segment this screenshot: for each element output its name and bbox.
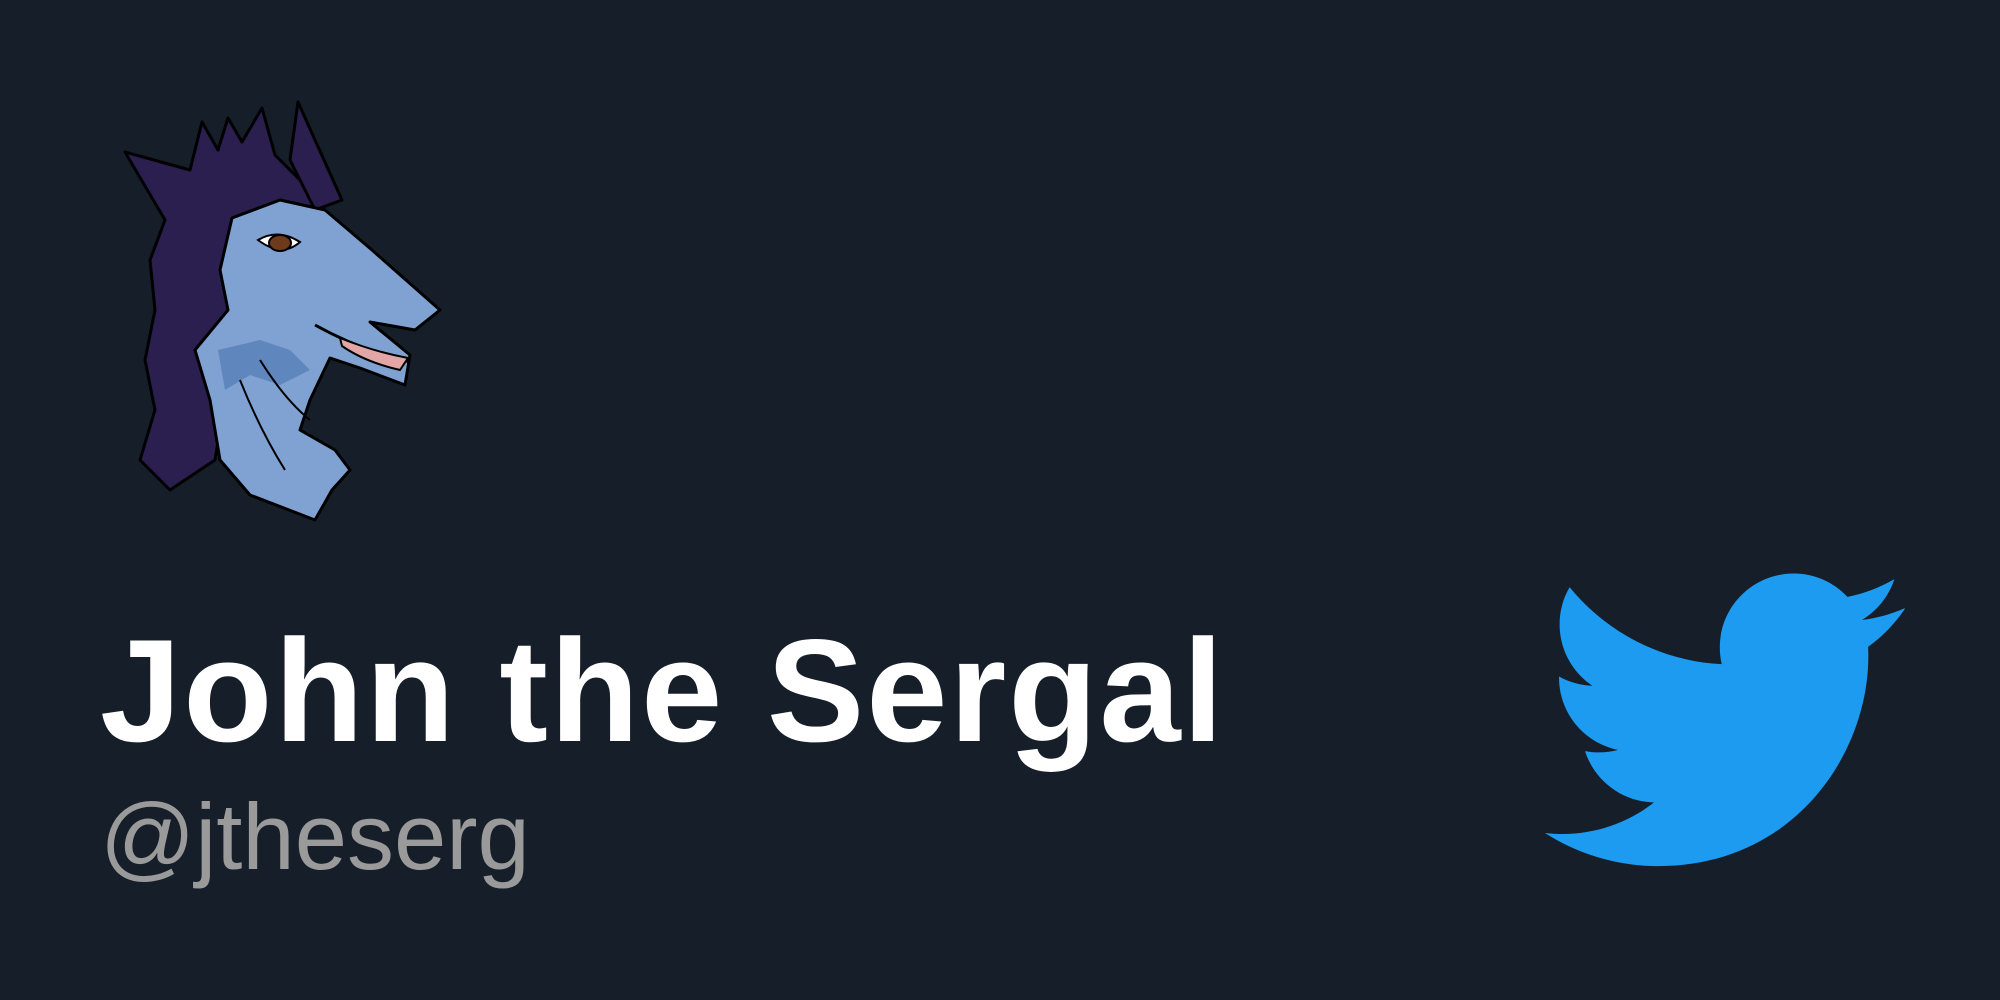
profile-avatar[interactable]	[110, 100, 460, 540]
sergal-avatar-icon	[123, 100, 442, 522]
profile-handle[interactable]: @jtheserg	[100, 790, 530, 884]
display-name: John the Sergal	[100, 609, 1226, 772]
profile-card: John the Sergal @jtheserg	[0, 0, 2000, 1000]
twitter-bird-icon	[1545, 570, 1905, 870]
